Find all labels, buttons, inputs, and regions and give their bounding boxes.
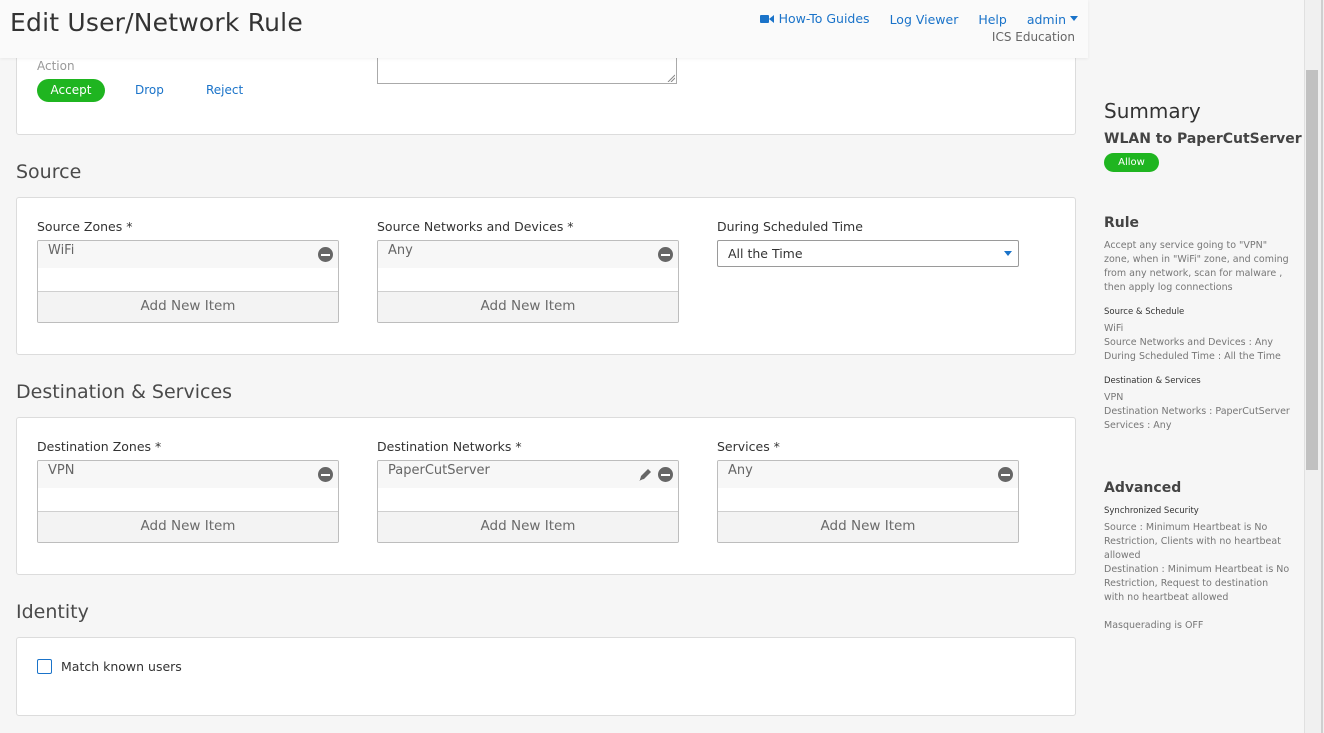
source-networks-label: Source Networks and Devices * [377,219,574,234]
summary-source-line2: Source Networks and Devices : Any [1104,337,1273,348]
summary-title: Summary [1104,99,1201,123]
destination-section-title: Destination & Services [16,381,233,403]
schedule-value: All the Time [728,246,803,261]
how-to-guides-label: How-To Guides [778,11,870,26]
add-new-item-button[interactable]: Add New Item [38,291,338,322]
summary-rule-name: WLAN to PaperCutServer [1104,131,1302,147]
source-section-title: Source [16,161,82,183]
identity-section-title: Identity [16,601,89,623]
summary-destination-heading: Destination & Services [1104,376,1201,386]
log-viewer-link[interactable]: Log Viewer [890,12,959,27]
reject-button[interactable]: Reject [206,83,243,97]
destination-network-item: PaperCutServer [388,463,490,478]
header-links: How-To Guides Log Viewer Help admin [744,11,1078,27]
summary-rule-text: Accept any service going to "VPN" zone, … [1104,240,1289,293]
services-list: Any Add New Item [717,460,1019,543]
list-item: Any [718,461,1018,488]
summary-source-line3: During Scheduled Time : All the Time [1104,351,1281,362]
resize-grip-icon[interactable] [667,74,675,82]
help-link[interactable]: Help [978,12,1007,27]
summary-source-heading: Source & Schedule [1104,307,1185,317]
org-name: ICS Education [991,30,1075,44]
destination-networks-label: Destination Networks * [377,439,522,454]
summary-sync-security-heading: Synchronized Security [1104,506,1199,516]
remove-icon[interactable] [658,247,673,262]
match-known-users-checkbox[interactable] [37,659,52,674]
accept-button[interactable]: Accept [37,79,105,102]
schedule-select[interactable]: All the Time [717,240,1019,267]
remove-icon[interactable] [318,467,333,482]
summary-advanced-source: Source : Minimum Heartbeat is No Restric… [1104,522,1281,561]
scrollbar-thumb[interactable] [1306,70,1318,470]
summary-destination-line1: VPN [1104,392,1124,403]
action-label: Action [37,59,75,73]
list-item: Any [378,241,678,268]
schedule-label: During Scheduled Time [717,219,863,234]
add-new-item-button[interactable]: Add New Item [378,291,678,322]
list-item: PaperCutServer [378,461,678,488]
destination-zones-label: Destination Zones * [37,439,162,454]
drop-button[interactable]: Drop [135,83,164,97]
summary-masquerading: Masquerading is OFF [1104,620,1204,631]
source-zones-list: WiFi Add New Item [37,240,339,323]
admin-menu[interactable]: admin [1027,12,1078,27]
caret-down-icon [1070,16,1078,21]
video-camera-icon [759,14,774,23]
destination-networks-list: PaperCutServer Add New Item [377,460,679,543]
list-item: WiFi [38,241,338,268]
page-title: Edit User/Network Rule [10,8,303,37]
match-known-users-label: Match known users [61,659,182,674]
source-zones-label: Source Zones * [37,219,133,234]
remove-icon[interactable] [318,247,333,262]
remove-icon[interactable] [658,467,673,482]
summary-destination-line3: Services : Any [1104,420,1172,431]
destination-zones-list: VPN Add New Item [37,460,339,543]
pencil-icon[interactable] [637,467,653,483]
summary-advanced-destination: Destination : Minimum Heartbeat is No Re… [1104,564,1290,603]
source-networks-list: Any Add New Item [377,240,679,323]
add-new-item-button[interactable]: Add New Item [378,511,678,542]
summary-source-line1: WiFi [1104,323,1124,334]
services-label: Services * [717,439,780,454]
destination-zone-item: VPN [48,463,75,478]
add-new-item-button[interactable]: Add New Item [38,511,338,542]
how-to-guides-link[interactable]: How-To Guides [759,11,870,26]
remove-icon[interactable] [998,467,1013,482]
add-new-item-button[interactable]: Add New Item [718,511,1018,542]
summary-destination-line2: Destination Networks : PaperCutServer [1104,406,1290,417]
chevron-down-icon [1004,251,1012,256]
summary-rule-heading: Rule [1104,215,1140,231]
window-edge [1321,0,1323,733]
top-header: Edit User/Network Rule How-To Guides Log… [0,0,1088,58]
source-network-item: Any [388,243,413,258]
admin-label: admin [1026,11,1066,27]
source-zone-item: WiFi [48,243,75,258]
list-item: VPN [38,461,338,488]
summary-advanced-heading: Advanced [1104,480,1182,496]
service-item: Any [728,463,753,478]
identity-card [16,637,1076,716]
allow-badge: Allow [1104,153,1159,172]
